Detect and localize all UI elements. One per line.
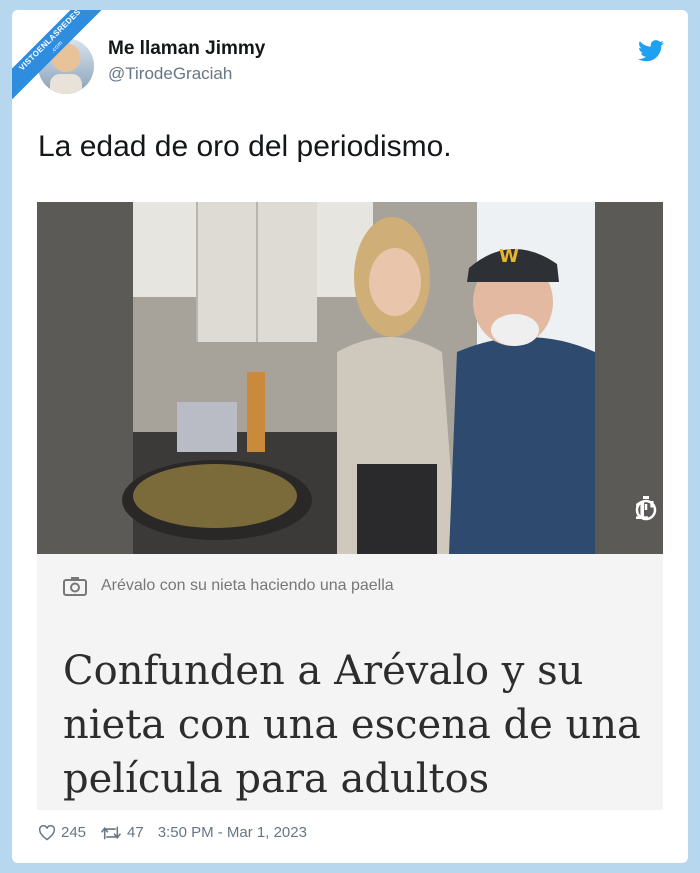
media-image[interactable]: W 1' bbox=[37, 202, 663, 554]
tweet-stats: 245 47 3:50 PM - Mar 1, 2023 bbox=[38, 824, 307, 841]
tweet-timestamp[interactable]: 3:50 PM - Mar 1, 2023 bbox=[158, 824, 307, 841]
svg-text:W: W bbox=[499, 246, 519, 267]
caption-text: Arévalo con su nieta haciendo una paella bbox=[101, 577, 394, 594]
article-headline[interactable]: Confunden a Arévalo y su nieta con una e… bbox=[63, 644, 663, 806]
retweet-count: 47 bbox=[127, 824, 144, 841]
retweet-action[interactable]: 47 bbox=[100, 824, 144, 841]
photo-caption: Arévalo con su nieta haciendo una paella bbox=[63, 576, 394, 596]
tweet-text: La edad de oro del periodismo. bbox=[38, 130, 452, 163]
video-duration: 1' bbox=[634, 495, 657, 526]
twitter-bird-icon[interactable] bbox=[638, 40, 664, 62]
stopwatch-icon bbox=[636, 496, 657, 521]
article-preview[interactable]: Arévalo con su nieta haciendo una paella… bbox=[37, 554, 663, 810]
like-action[interactable]: 245 bbox=[38, 824, 86, 841]
tweet-card: VISTOENLASREDES .com Me llaman Jimmy @Ti… bbox=[12, 10, 688, 863]
author-handle[interactable]: @TirodeGraciah bbox=[108, 64, 232, 84]
camera-icon bbox=[63, 577, 87, 596]
heart-icon[interactable] bbox=[38, 824, 56, 841]
like-count: 245 bbox=[61, 824, 87, 841]
retweet-icon[interactable] bbox=[100, 825, 122, 841]
author-name[interactable]: Me llaman Jimmy bbox=[108, 38, 265, 60]
